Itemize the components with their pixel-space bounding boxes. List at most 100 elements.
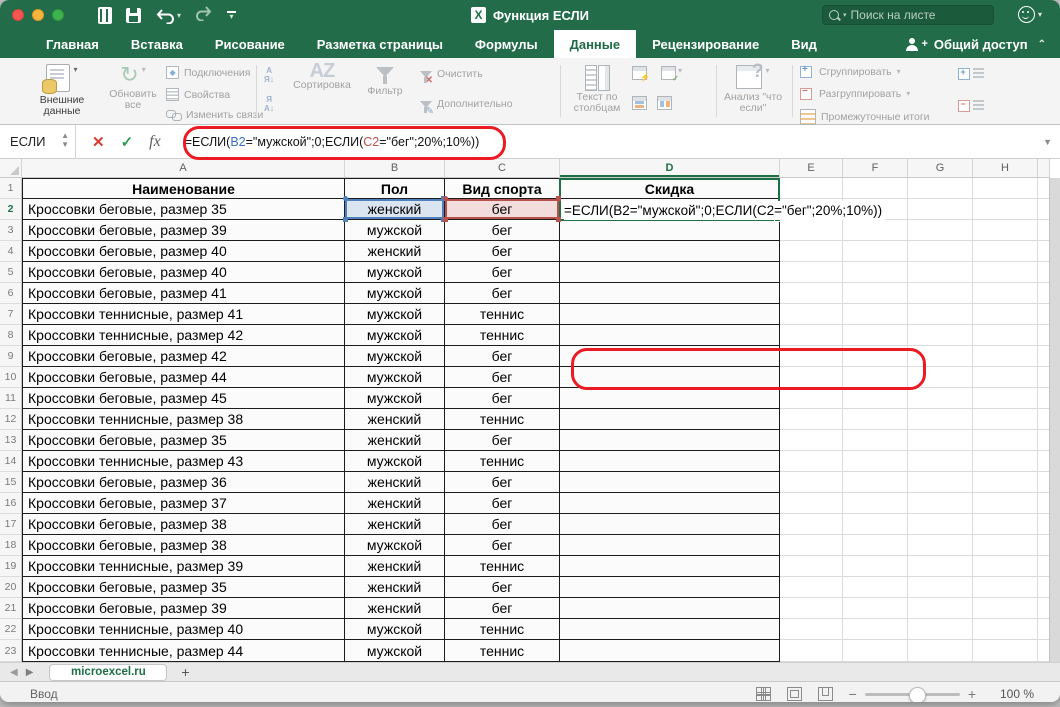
column-header-H[interactable]: H [973, 159, 1038, 178]
cell-c19[interactable]: теннис [445, 556, 560, 577]
cell-f22[interactable] [843, 619, 908, 640]
cell-f19[interactable] [843, 556, 908, 577]
cell-f17[interactable] [843, 514, 908, 535]
row-header-9[interactable]: 9 [0, 346, 22, 367]
cell-h2[interactable] [973, 199, 1038, 220]
cell-h12[interactable] [973, 409, 1038, 430]
cell-f18[interactable] [843, 535, 908, 556]
cell-g22[interactable] [908, 619, 973, 640]
cell-d12[interactable] [560, 409, 780, 430]
cell-h23[interactable] [973, 640, 1038, 662]
cell-f21[interactable] [843, 598, 908, 619]
cell-a19[interactable]: Кроссовки теннисные, размер 39 [22, 556, 345, 577]
cell-b1[interactable]: Пол [345, 178, 445, 199]
cell-f20[interactable] [843, 577, 908, 598]
cell-b3[interactable]: мужской [345, 220, 445, 241]
cell-b11[interactable]: мужской [345, 388, 445, 409]
cell-g7[interactable] [908, 304, 973, 325]
cell-h11[interactable] [973, 388, 1038, 409]
cell-a3[interactable]: Кроссовки беговые, размер 39 [22, 220, 345, 241]
cell-d7[interactable] [560, 304, 780, 325]
normal-view-icon[interactable] [756, 687, 771, 701]
cell-e19[interactable] [780, 556, 843, 577]
connections-button[interactable]: Подключения [166, 66, 250, 79]
cell-b21[interactable]: женский [345, 598, 445, 619]
cell-b7[interactable]: мужской [345, 304, 445, 325]
cell-a17[interactable]: Кроссовки беговые, размер 38 [22, 514, 345, 535]
cell-d4[interactable] [560, 241, 780, 262]
cell-f16[interactable] [843, 493, 908, 514]
cell-b5[interactable]: мужской [345, 262, 445, 283]
cell-e12[interactable] [780, 409, 843, 430]
cell-a11[interactable]: Кроссовки беговые, размер 45 [22, 388, 345, 409]
cell-b8[interactable]: мужской [345, 325, 445, 346]
cell-b20[interactable]: женский [345, 577, 445, 598]
cell-e13[interactable] [780, 430, 843, 451]
cell-g5[interactable] [908, 262, 973, 283]
row-header-8[interactable]: 8 [0, 325, 22, 346]
cell-d2-formula[interactable]: =ЕСЛИ(B2="мужской";0;ЕСЛИ(C2="бег";20%;1… [564, 201, 885, 220]
group-button[interactable]: Сгруппировать▾ [800, 65, 901, 78]
cell-c16[interactable]: бег [445, 493, 560, 514]
cell-d21[interactable] [560, 598, 780, 619]
feedback-button[interactable]: ▾ [1018, 6, 1042, 23]
cell-f14[interactable] [843, 451, 908, 472]
cell-f11[interactable] [843, 388, 908, 409]
cell-b4[interactable]: женский [345, 241, 445, 262]
row-header-13[interactable]: 13 [0, 430, 22, 451]
cell-g9[interactable] [908, 346, 973, 367]
save-icon[interactable] [126, 8, 141, 23]
text-to-columns-button[interactable]: Текст по столбцам [566, 65, 628, 114]
tab-Данные[interactable]: Данные [554, 30, 637, 58]
cell-g6[interactable] [908, 283, 973, 304]
cell-h21[interactable] [973, 598, 1038, 619]
close-window-button[interactable] [12, 9, 24, 21]
cell-g13[interactable] [908, 430, 973, 451]
cell-c13[interactable]: бег [445, 430, 560, 451]
row-header-10[interactable]: 10 [0, 367, 22, 388]
cell-g12[interactable] [908, 409, 973, 430]
cell-g11[interactable] [908, 388, 973, 409]
row-header-23[interactable]: 23 [0, 640, 22, 662]
cell-a14[interactable]: Кроссовки теннисные, размер 43 [22, 451, 345, 472]
cell-a21[interactable]: Кроссовки беговые, размер 39 [22, 598, 345, 619]
advanced-filter-button[interactable]: ✎ Дополнительно [420, 98, 513, 110]
cell-h10[interactable] [973, 367, 1038, 388]
cell-g3[interactable] [908, 220, 973, 241]
cell-f6[interactable] [843, 283, 908, 304]
cell-c3[interactable]: бег [445, 220, 560, 241]
cell-b23[interactable]: мужской [345, 640, 445, 662]
cell-e21[interactable] [780, 598, 843, 619]
cell-e18[interactable] [780, 535, 843, 556]
expand-formula-bar-icon[interactable]: ▼ [1043, 137, 1052, 147]
cell-d8[interactable] [560, 325, 780, 346]
cell-g20[interactable] [908, 577, 973, 598]
column-header-C[interactable]: C [445, 159, 560, 178]
sort-button[interactable]: АZ Сортировка [290, 66, 354, 91]
cell-f9[interactable] [843, 346, 908, 367]
cell-d13[interactable] [560, 430, 780, 451]
cell-h22[interactable] [973, 619, 1038, 640]
cell-e5[interactable] [780, 262, 843, 283]
cell-e16[interactable] [780, 493, 843, 514]
cell-e10[interactable] [780, 367, 843, 388]
cell-f23[interactable] [843, 640, 908, 662]
cell-h19[interactable] [973, 556, 1038, 577]
cell-d23[interactable] [560, 640, 780, 662]
cell-e23[interactable] [780, 640, 843, 662]
cell-c15[interactable]: бег [445, 472, 560, 493]
row-header-12[interactable]: 12 [0, 409, 22, 430]
zoom-in-button[interactable]: + [968, 686, 976, 702]
redo-button[interactable] [195, 4, 213, 26]
cell-a12[interactable]: Кроссовки теннисные, размер 38 [22, 409, 345, 430]
row-header-19[interactable]: 19 [0, 556, 22, 577]
cell-h13[interactable] [973, 430, 1038, 451]
zoom-out-button[interactable]: − [849, 686, 857, 702]
consolidate-icon[interactable] [632, 96, 647, 110]
what-if-analysis-button[interactable]: ▾ Анализ "что если" [722, 65, 784, 114]
cell-b18[interactable]: мужской [345, 535, 445, 556]
cell-g19[interactable] [908, 556, 973, 577]
cell-a6[interactable]: Кроссовки беговые, размер 41 [22, 283, 345, 304]
cancel-entry-button[interactable]: ✕ [92, 133, 105, 151]
cell-d5[interactable] [560, 262, 780, 283]
